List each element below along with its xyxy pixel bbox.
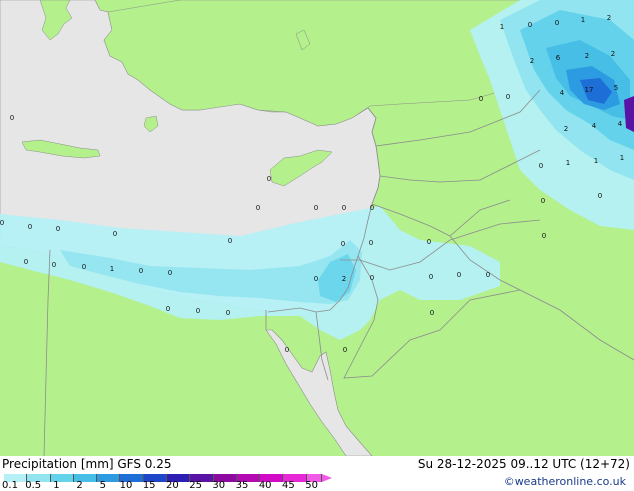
- precip-value-label: 0: [314, 275, 318, 283]
- precip-value-label: 0: [82, 263, 86, 271]
- precip-value-label: 0: [256, 204, 260, 212]
- precip-value-label: 1: [594, 157, 598, 165]
- precip-value-label: 0: [28, 223, 32, 231]
- precip-value-label: 0: [429, 273, 433, 281]
- precip-value-label: 1: [566, 159, 570, 167]
- precip-value-label: 0: [10, 114, 14, 122]
- precip-value-label: 0: [457, 271, 461, 279]
- precip-value-label: 4: [618, 120, 623, 128]
- color-scale-tick-label: 2: [76, 480, 83, 491]
- precip-value-label: 0: [369, 239, 373, 247]
- precip-value-label: 0: [285, 346, 289, 354]
- precip-value-label: 0: [166, 305, 170, 313]
- precip-value-label: 0: [486, 271, 490, 279]
- precip-value-label: 2: [607, 14, 611, 22]
- precip-value-label: 0: [341, 240, 345, 248]
- color-scale-tick-label: 30: [212, 480, 226, 491]
- color-scale-arrow: [322, 474, 332, 482]
- precip-value-label: 1: [620, 154, 624, 162]
- precip-value-label: 0: [342, 204, 346, 212]
- color-scale-tick-label: 40: [258, 480, 272, 491]
- precip-value-label: 0: [139, 267, 143, 275]
- precip-value-label: 5: [614, 84, 618, 92]
- precip-value-label: 0: [228, 237, 232, 245]
- precip-value-label: 0: [343, 346, 347, 354]
- precip-value-label: 0: [555, 19, 559, 27]
- color-scale-tick-label: 0.5: [25, 480, 42, 491]
- color-scale-tick-label: 25: [189, 480, 202, 491]
- color-scale-tick-label: 20: [166, 480, 179, 491]
- precip-value-label: 0: [479, 95, 483, 103]
- precip-value-label: 0: [370, 274, 374, 282]
- precip-value-label: 0: [528, 21, 532, 29]
- precip-value-label: 2: [611, 50, 615, 58]
- color-scale-tick-label: 45: [282, 480, 295, 491]
- color-scale-tick-label: 35: [235, 480, 249, 491]
- legend-footer: Precipitation [mm] GFS 0.25 Su 28-12-202…: [0, 456, 634, 491]
- precip-value-label: 0: [56, 225, 60, 233]
- color-scale-tick-label: 1: [53, 480, 60, 491]
- precip-value-label: 17: [585, 86, 594, 94]
- precip-value-label: 0: [267, 175, 271, 183]
- precip-value-label: 0: [196, 307, 200, 315]
- color-scale-tick-label: 0.1: [2, 480, 18, 491]
- precip-value-label: 0: [598, 192, 602, 200]
- precip-value-label: 0: [52, 261, 56, 269]
- map-title: Precipitation [mm] GFS 0.25: [2, 457, 172, 471]
- precip-value-label: 1: [500, 23, 504, 31]
- precip-value-label: 0: [168, 269, 172, 277]
- precip-value-label: 0: [541, 197, 545, 205]
- precip-value-label: 0: [24, 258, 28, 266]
- precip-value-label: 2: [564, 125, 568, 133]
- precip-value-label: 4: [560, 89, 565, 97]
- precip-value-label: 0: [539, 162, 543, 170]
- color-scale-tick-label: 15: [142, 480, 156, 491]
- color-scale-tick-label: 10: [119, 480, 133, 491]
- precip-value-label: 2: [342, 275, 346, 283]
- precip-value-label: 0: [542, 232, 546, 240]
- precip-value-label: 6: [556, 54, 561, 62]
- precip-value-label: 1: [581, 16, 585, 24]
- precip-value-label: 2: [530, 57, 534, 65]
- precip-value-label: 1: [110, 265, 114, 273]
- precip-value-label: 0: [427, 238, 431, 246]
- precip-value-label: 0: [314, 204, 318, 212]
- credit-link[interactable]: ©weatheronline.co.uk: [504, 475, 626, 489]
- precip-value-label: 0: [506, 93, 510, 101]
- precip-value-label: 0: [113, 230, 117, 238]
- precip-value-label: 0: [0, 219, 4, 227]
- valid-time: Su 28-12-2025 09..12 UTC (12+72): [417, 457, 630, 471]
- color-scale-tick-label: 50: [305, 480, 318, 491]
- precipitation-map: 1 0 0 1 2 2 6 2 2 0 0 4 17 5 2 4 4 0 0 1 1 1 0 0 0 0 0 0 0 0 0 0 0 0 0 0 0 0 0…: [0, 0, 634, 456]
- precip-value-label: 2: [585, 52, 589, 60]
- precip-value-label: 0: [370, 204, 374, 212]
- precip-value-label: 4: [592, 122, 597, 130]
- precip-value-label: 0: [430, 309, 434, 317]
- precip-value-label: 0: [226, 309, 230, 317]
- color-scale-tick-label: 5: [99, 480, 106, 491]
